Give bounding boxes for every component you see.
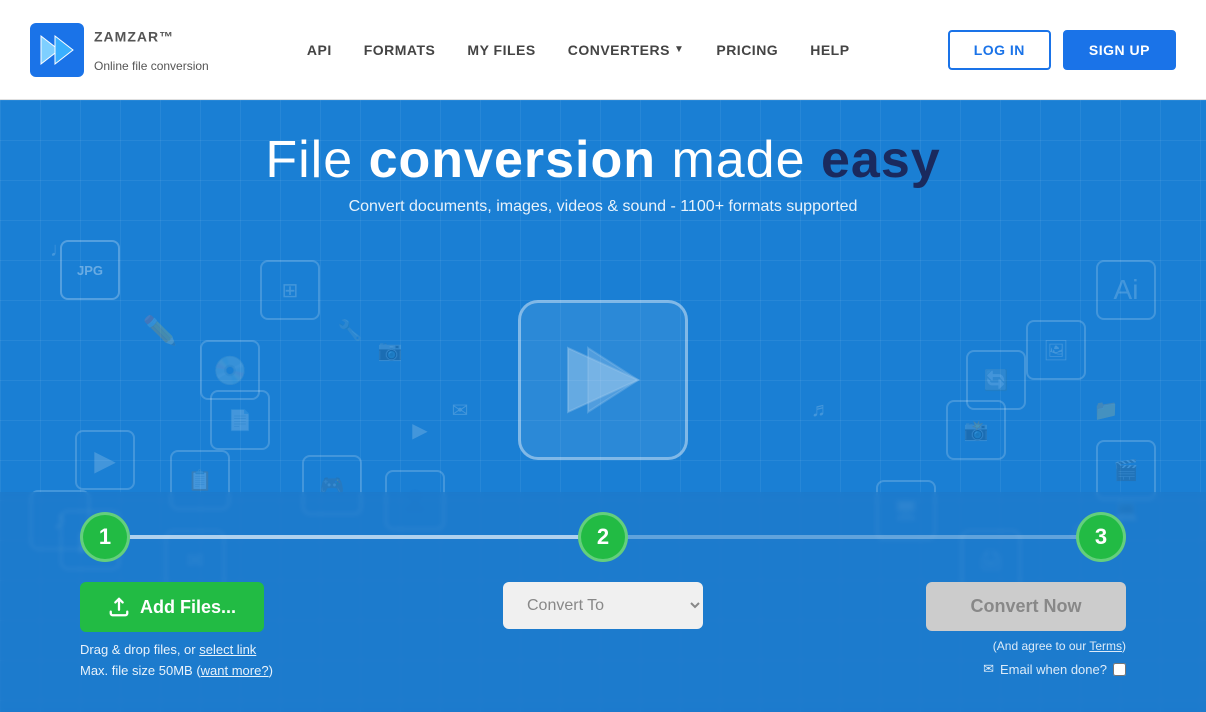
steps-track: 1 2 3: [80, 512, 1126, 562]
logo-tagline: Online file conversion: [94, 59, 209, 73]
email-checkbox[interactable]: [1113, 663, 1126, 676]
email-label: Email when done?: [1000, 662, 1107, 677]
terms-link[interactable]: Terms: [1089, 639, 1122, 653]
header: ZAMZAR™ Online file conversion API FORMA…: [0, 0, 1206, 100]
nav-pricing[interactable]: PRICING: [716, 42, 778, 58]
terms-prefix: (And agree to our: [993, 639, 1090, 653]
nav-formats[interactable]: FORMATS: [364, 42, 436, 58]
step-1-area: Add Files... Drag & drop files, or selec…: [80, 582, 415, 682]
hero-title-part2: made: [656, 131, 821, 189]
hero-title-bold: conversion: [369, 131, 656, 189]
drag-drop-text: Drag & drop files, or: [80, 642, 199, 657]
add-files-button[interactable]: Add Files...: [80, 582, 264, 632]
pencil-icon: ✏️: [130, 300, 190, 360]
logo-text: ZAMZAR™ Online file conversion: [94, 27, 209, 73]
grid-icon: ⊞: [260, 260, 320, 320]
nav-help[interactable]: HELP: [810, 42, 849, 58]
max-file-text: Max. file size 50MB (: [80, 663, 201, 678]
email-icon: ✉: [983, 661, 994, 677]
folder-icon: 📁: [1076, 380, 1136, 440]
signup-button[interactable]: SIGN UP: [1063, 30, 1176, 70]
nav-converters[interactable]: CONVERTERS: [568, 42, 685, 58]
cd-icon: 💿: [200, 340, 260, 400]
play-icon: ▶: [390, 400, 450, 460]
wrench-icon: 🔧: [320, 300, 380, 360]
step-3-circle: 3: [1076, 512, 1126, 562]
hero: JPG ✏️ 💿 ▶ ♪ ▶ ⊞ 📄 📋 ✉ ▶ 📷 Ai 🖼 🔄 📁 🎬 ♫ …: [0, 100, 1206, 712]
hero-title-dark: easy: [821, 131, 941, 189]
step-3-terms: (And agree to our Terms): [993, 639, 1126, 653]
ai-icon: Ai: [1096, 260, 1156, 320]
step-2-area: Convert To PDF JPG MP3 MP4 DOCX: [435, 582, 770, 629]
hero-text: File conversion made easy Convert docume…: [0, 130, 1206, 216]
step-2-circle: 2: [578, 512, 628, 562]
nav-api[interactable]: API: [307, 42, 332, 58]
doc-icon: 📄: [210, 390, 270, 450]
step-3-area: Convert Now (And agree to our Terms) ✉ E…: [791, 582, 1126, 677]
nav-my-files[interactable]: MY FILES: [467, 42, 535, 58]
movie-icon: 🎬: [1096, 440, 1156, 500]
step-1-desc: Drag & drop files, or select link Max. f…: [80, 640, 273, 682]
step-1-circle: 1: [80, 512, 130, 562]
music3-icon: ♬: [791, 380, 851, 440]
steps-controls: Add Files... Drag & drop files, or selec…: [80, 582, 1126, 682]
nav: API FORMATS MY FILES CONVERTERS PRICING …: [307, 42, 850, 58]
triangle-icon: ▶: [75, 430, 135, 490]
mail1-icon: ✉: [430, 380, 490, 440]
music1-icon: ♩: [30, 220, 90, 280]
step-3-email: ✉ Email when done?: [983, 661, 1126, 677]
pie-icon: 🔄: [966, 350, 1026, 410]
steps-line-fill: [120, 535, 603, 539]
hero-title: File conversion made easy: [0, 130, 1206, 190]
convert-now-button[interactable]: Convert Now: [926, 582, 1126, 631]
photo-icon: 📸: [946, 400, 1006, 460]
want-more-link[interactable]: want more?: [201, 663, 269, 678]
hero-title-part1: File: [265, 131, 368, 189]
login-button[interactable]: LOG IN: [948, 30, 1051, 70]
hero-subtitle: Convert documents, images, videos & soun…: [0, 198, 1206, 216]
upload-icon: [108, 596, 130, 618]
camera-icon: 📷: [360, 320, 420, 380]
convert-to-select[interactable]: Convert To PDF JPG MP3 MP4 DOCX: [503, 582, 703, 629]
img-icon: 🖼: [1026, 320, 1086, 380]
logo-name: ZAMZAR™: [94, 27, 209, 59]
jpg-icon: JPG: [60, 240, 120, 300]
center-play-icon: [518, 300, 688, 460]
logo-icon: [30, 23, 84, 77]
steps-area: 1 2 3 Add Files... Drag & drop files, or…: [0, 492, 1206, 712]
terms-suffix: ): [1122, 639, 1126, 653]
logo[interactable]: ZAMZAR™ Online file conversion: [30, 23, 209, 77]
select-link[interactable]: select link: [199, 642, 256, 657]
want-more-close: ): [269, 663, 273, 678]
auth-buttons: LOG IN SIGN UP: [948, 30, 1176, 70]
